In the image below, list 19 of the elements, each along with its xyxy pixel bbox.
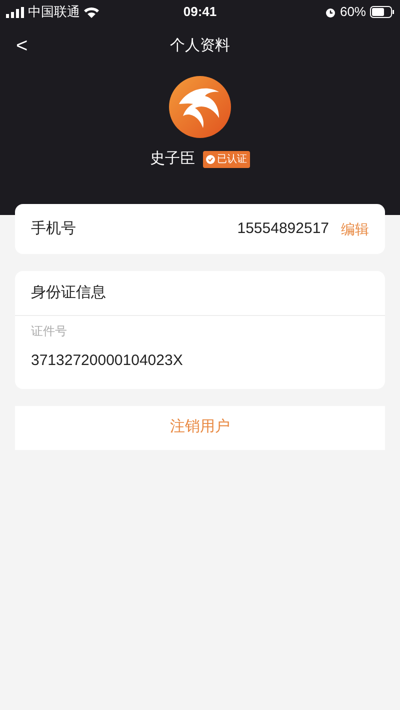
user-name: 史子臣 — [150, 149, 195, 169]
phone-number: 15554892517 — [237, 218, 329, 239]
verified-badge: 已认证 — [203, 150, 250, 168]
avatar-logo-icon — [169, 76, 231, 138]
id-field-label: 证件号 — [31, 323, 68, 340]
logout-button[interactable]: 注销用户 — [15, 406, 385, 450]
page-title: 个人资料 — [170, 36, 230, 56]
wifi-icon — [84, 6, 99, 18]
carrier-name: 中国联通 — [28, 3, 80, 22]
signal-icon — [6, 6, 24, 18]
phone-label: 手机号 — [31, 218, 77, 239]
alarm-icon — [324, 6, 336, 18]
id-number: 37132720000104023X — [31, 351, 184, 371]
id-section-title: 身份证信息 — [31, 282, 106, 303]
back-button[interactable]: < — [16, 31, 28, 61]
battery-percent: 60% — [340, 3, 366, 22]
edit-link[interactable]: 编辑 — [341, 218, 369, 240]
battery-icon — [370, 6, 394, 18]
clock-time: 09:41 — [183, 3, 217, 22]
